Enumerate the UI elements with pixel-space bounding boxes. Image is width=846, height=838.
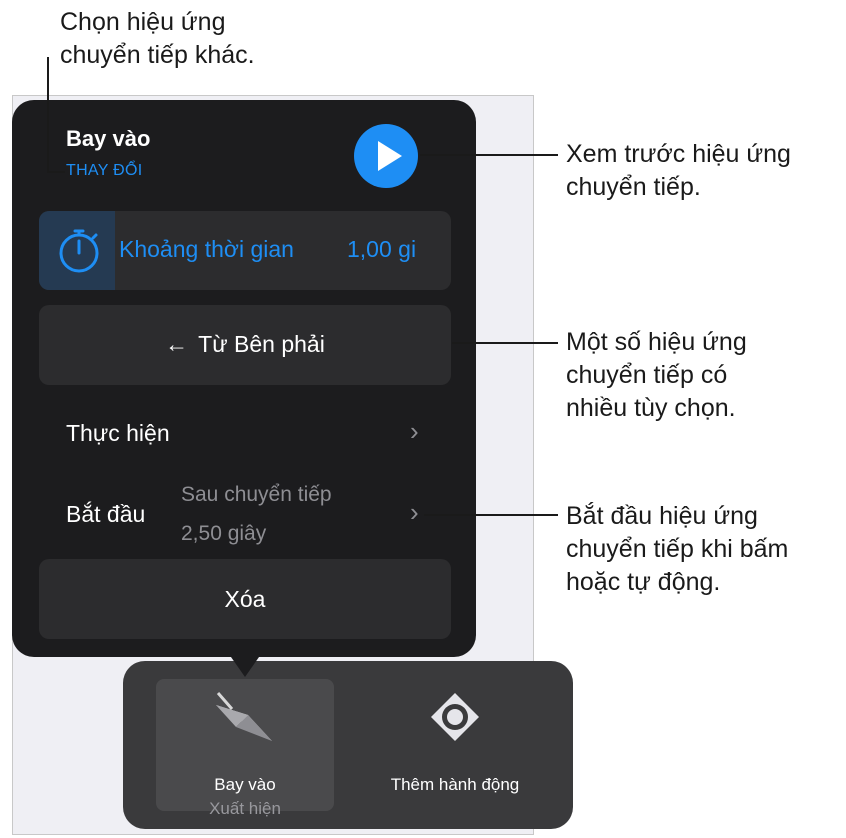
perform-label: Thực hiện (66, 420, 170, 446)
callout-change: Chọn hiệu ứng chuyển tiếp khác. (60, 6, 255, 72)
leader-line (420, 154, 558, 156)
effect-title: Bay vào (66, 126, 151, 151)
callout-line: Xem trước hiệu ứng (566, 140, 791, 168)
arrow-left-icon: ← (165, 331, 189, 357)
callout-line: chuyển tiếp khác. (60, 41, 255, 69)
paper-plane-icon (210, 687, 280, 762)
chevron-right-icon: › (410, 497, 419, 527)
callout-line: chuyển tiếp có (566, 361, 728, 389)
start-value-line1: Sau chuyển tiếp (181, 483, 332, 506)
leader-line (47, 171, 65, 173)
leader-line (452, 342, 558, 344)
callout-preview: Xem trước hiệu ứng chuyển tiếp. (566, 138, 791, 204)
popover-arrow (231, 657, 259, 677)
toolbar-item-sublabel: Xuất hiện (209, 799, 281, 818)
callout-line: Một số hiệu ứng (566, 328, 747, 356)
delete-label: Xóa (224, 586, 266, 612)
duration-value: 1,00 gi (347, 236, 417, 262)
callout-line: hoặc tự động. (566, 568, 721, 596)
toolbar-item-label: Bay vào (214, 775, 276, 794)
toolbar-item-add-action[interactable]: Thêm hành động (355, 679, 555, 811)
callout-line: nhiều tùy chọn. (566, 394, 736, 422)
callout-start: Bắt đầu hiệu ứng chuyển tiếp khi bấm hoặ… (566, 500, 788, 599)
leader-line (47, 57, 49, 172)
duration-label: Khoảng thời gian (119, 236, 294, 262)
preview-play-button[interactable] (354, 124, 418, 188)
play-icon (378, 141, 402, 171)
direction-button[interactable]: ← Từ Bên phải (39, 305, 451, 385)
action-target-icon (425, 687, 485, 752)
animation-toolbar: Bay vào Xuất hiện Thêm hành động (123, 661, 573, 829)
transition-popover: Bay vào THAY ĐỔI Khoảng thời gian 1,00 g… (12, 100, 476, 657)
toolbar-item-fly-in[interactable]: Bay vào Xuất hiện (156, 679, 334, 818)
callout-line: chuyển tiếp. (566, 173, 701, 201)
chevron-right-icon: › (410, 416, 419, 446)
direction-label: Từ Bên phải (198, 331, 325, 357)
callout-line: chuyển tiếp khi bấm (566, 535, 789, 563)
callout-line: Bắt đầu hiệu ứng (566, 502, 758, 530)
callout-line: Chọn hiệu ứng (60, 8, 226, 36)
leader-line (424, 514, 558, 516)
delete-button[interactable]: Xóa (39, 559, 451, 639)
callout-options: Một số hiệu ứng chuyển tiếp có nhiều tùy… (566, 326, 747, 425)
start-label: Bắt đầu (66, 501, 146, 527)
duration-control[interactable]: Khoảng thời gian 1,00 gi (39, 211, 451, 290)
start-value-line2: 2,50 giây (181, 522, 267, 545)
toolbar-item-label: Thêm hành động (390, 775, 520, 794)
change-effect-link[interactable]: THAY ĐỔI (66, 162, 143, 180)
stopwatch-icon (55, 227, 103, 280)
